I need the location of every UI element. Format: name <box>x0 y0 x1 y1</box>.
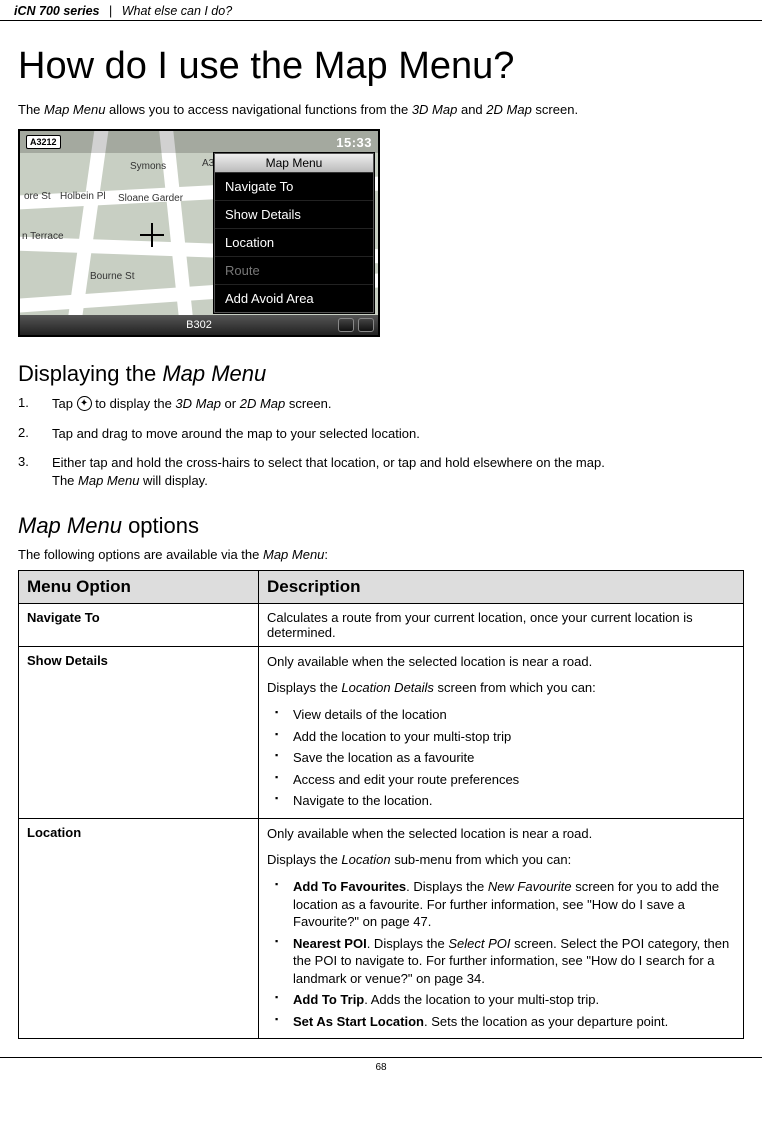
table-row: Location Only available when the selecte… <box>19 819 744 1039</box>
page-title: How do I use the Map Menu? <box>18 45 744 88</box>
list-item: Add To Favourites. Displays the New Favo… <box>267 876 735 933</box>
list-item: Add To Trip. Adds the location to your m… <box>267 989 735 1011</box>
menu-item-navigate-to[interactable]: Navigate To <box>215 173 373 201</box>
table-row: Show Details Only available when the sel… <box>19 647 744 819</box>
road-label: n Terrace <box>22 231 64 242</box>
list-item: Navigate to the location. <box>267 790 735 812</box>
road-label: Bourne St <box>90 271 134 282</box>
road-label: Holbein Pl <box>60 191 106 202</box>
header-section: What else can I do? <box>122 4 232 18</box>
list-item: View details of the location <box>267 704 735 726</box>
status-bar: A3212 15:33 <box>20 131 378 153</box>
list-item: Add the location to your multi-stop trip <box>267 726 735 748</box>
step-1: 1. Tap ✦ to display the 3D Map or 2D Map… <box>18 395 744 413</box>
th-menu-option: Menu Option <box>19 571 259 604</box>
opt-location-desc: Only available when the selected locatio… <box>259 819 744 1039</box>
page-number: 68 <box>375 1062 386 1073</box>
road-label: Sloane Garder <box>118 193 183 204</box>
opt-show-details-desc: Only available when the selected locatio… <box>259 647 744 819</box>
map-menu-popup: Map Menu Navigate To Show Details Locati… <box>214 153 374 313</box>
bottom-button[interactable] <box>358 318 374 332</box>
opt-location: Location <box>19 819 259 1039</box>
clock: 15:33 <box>336 135 372 150</box>
opt-navigate-to: Navigate To <box>19 604 259 647</box>
map-menu-screenshot: ore St Holbein Pl Sloane Garder Symons B… <box>18 129 380 337</box>
header-product: iCN 700 series <box>14 4 99 18</box>
displaying-heading: Displaying the Map Menu <box>18 361 744 387</box>
menu-item-location[interactable]: Location <box>215 229 373 257</box>
road-label: ore St <box>24 191 51 202</box>
bottom-button[interactable] <box>338 318 354 332</box>
road-label: Symons <box>130 161 166 172</box>
list-item: Set As Start Location. Sets the location… <box>267 1011 735 1033</box>
options-table: Menu Option Description Navigate To Calc… <box>18 570 744 1039</box>
options-heading: Map Menu options <box>18 513 744 539</box>
header-separator: | <box>99 4 121 18</box>
menu-item-add-avoid-area[interactable]: Add Avoid Area <box>215 285 373 312</box>
page-header: iCN 700 series | What else can I do? <box>0 0 762 21</box>
crosshair-icon <box>140 223 164 247</box>
map-menu-title: Map Menu <box>215 154 373 173</box>
list-item: Save the location as a favourite <box>267 747 735 769</box>
th-description: Description <box>259 571 744 604</box>
map-bottom-bar: B302 <box>20 315 378 335</box>
step-2: 2. Tap and drag to move around the map t… <box>18 425 744 443</box>
step-3: 3. Either tap and hold the cross-hairs t… <box>18 454 744 489</box>
table-row: Navigate To Calculates a route from your… <box>19 604 744 647</box>
list-item: Nearest POI. Displays the Select POI scr… <box>267 933 735 990</box>
road-chip: A3212 <box>26 135 61 149</box>
menu-item-show-details[interactable]: Show Details <box>215 201 373 229</box>
list-item: Access and edit your route preferences <box>267 769 735 791</box>
opt-show-details: Show Details <box>19 647 259 819</box>
displaying-steps: 1. Tap ✦ to display the 3D Map or 2D Map… <box>18 395 744 489</box>
opt-navigate-to-desc: Calculates a route from your current loc… <box>259 604 744 647</box>
intro-paragraph: The Map Menu allows you to access naviga… <box>18 102 744 117</box>
bottom-road-label: B302 <box>186 319 212 331</box>
menu-item-route: Route <box>215 257 373 285</box>
page-footer: 68 <box>0 1057 762 1083</box>
map-button-icon: ✦ <box>77 396 92 411</box>
options-intro: The following options are available via … <box>18 547 744 562</box>
